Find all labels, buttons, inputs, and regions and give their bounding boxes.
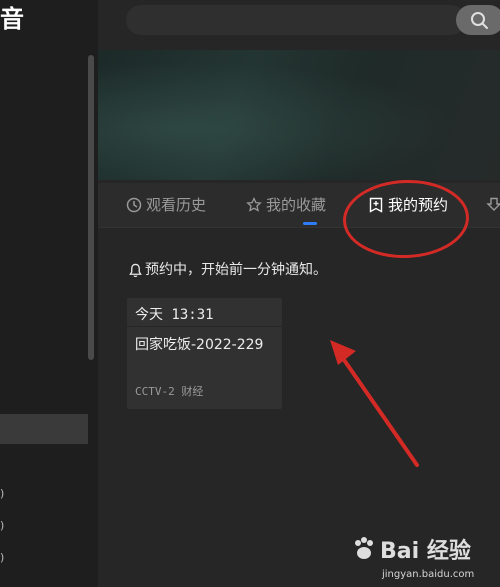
watermark-main: Bai 经验 [380, 539, 471, 564]
reservation-time: 今天 13:31 [135, 307, 214, 323]
search-button[interactable] [456, 5, 500, 35]
app-title: 音 [0, 5, 24, 33]
tab-history[interactable]: 观看历史 [126, 193, 206, 217]
paw-icon [355, 537, 373, 559]
sidebar-item-fragment[interactable]: ) [0, 519, 4, 533]
search-input[interactable] [126, 5, 466, 35]
tab-downloads[interactable] [486, 193, 500, 217]
active-tab-indicator [303, 222, 317, 225]
download-icon [486, 197, 500, 211]
star-icon [246, 197, 262, 212]
reservation-title: 回家吃饭-2022-229 [135, 337, 264, 353]
card-header: 今天 13:31 [127, 298, 282, 327]
sidebar-item-fragment[interactable]: ) [0, 551, 4, 565]
banner [98, 50, 500, 180]
reservation-channel: CCTV-2 财经 [135, 385, 204, 398]
sidebar-scrollbar[interactable] [88, 55, 94, 360]
tab-favorites[interactable]: 我的收藏 [246, 193, 326, 217]
bell-icon [129, 263, 142, 277]
watermark: Bai 经验 jingyan.baidu.com [350, 533, 500, 587]
search-icon [471, 12, 488, 29]
clock-icon [126, 197, 142, 213]
sidebar-item-selected[interactable] [0, 414, 88, 444]
main-panel: 观看历史 我的收藏 我的预约 [98, 0, 500, 587]
annotation-arrow-icon [330, 340, 419, 467]
reservation-card[interactable]: 今天 13:31 回家吃饭-2022-229 CCTV-2 财经 [127, 298, 282, 409]
sidebar: 音 ) ) ) [0, 0, 98, 587]
sidebar-item-fragment[interactable]: ) [0, 487, 4, 501]
tab-label: 我的收藏 [266, 196, 327, 214]
watermark-sub: jingyan.baidu.com [382, 569, 475, 580]
reservation-notice: 预约中，开始前一分钟通知。 [128, 260, 327, 280]
tab-label: 观看历史 [146, 196, 207, 214]
notice-text: 预约中，开始前一分钟通知。 [145, 262, 327, 278]
